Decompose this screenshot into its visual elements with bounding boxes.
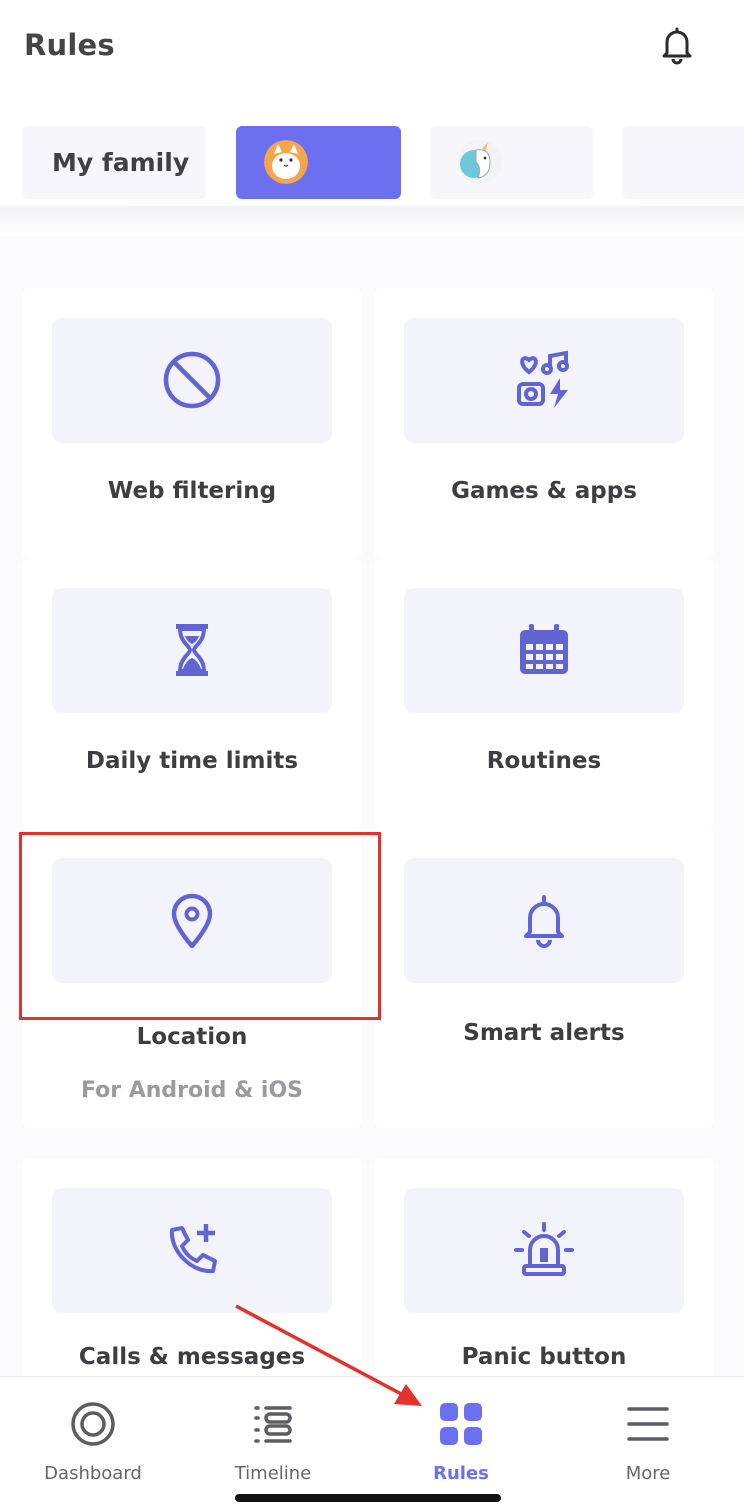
tab-label: My family (52, 148, 190, 177)
header: Rules (0, 0, 744, 100)
rule-label: Panic button (461, 1344, 627, 1370)
rule-card-daily-time-limits[interactable]: Daily time limits (22, 558, 362, 828)
profile-tabs: My family (0, 126, 744, 199)
rule-label: Smart alerts (463, 1020, 625, 1046)
home-indicator (235, 1494, 501, 1502)
header-shadow (0, 206, 744, 236)
rule-card-panic-button[interactable]: Panic button (374, 1158, 714, 1398)
location-highlight-box (19, 832, 381, 1020)
rule-label: Daily time limits (85, 748, 299, 774)
rules-grid-icon (440, 1403, 482, 1445)
nav-rules[interactable]: Rules (368, 1377, 554, 1497)
rule-card-calls-messages[interactable]: Calls & messages (22, 1158, 362, 1398)
bell-icon (662, 27, 692, 65)
unicorn-avatar-icon (458, 140, 502, 184)
notifications-button[interactable] (654, 22, 700, 68)
nav-label: Dashboard (44, 1463, 142, 1484)
nav-label: More (625, 1463, 671, 1484)
nav-label: Rules (433, 1463, 489, 1484)
nav-timeline[interactable]: Timeline (180, 1377, 366, 1497)
block-icon (163, 351, 221, 409)
rule-card-web-filtering[interactable]: Web filtering (22, 288, 362, 558)
rule-card-routines[interactable]: Routines (374, 558, 714, 828)
calendar-icon (520, 624, 568, 674)
tab-child-more[interactable] (622, 126, 744, 199)
rule-label: Calls & messages (78, 1344, 306, 1370)
rule-label: Web filtering (107, 478, 277, 504)
rule-icon-box (404, 858, 684, 983)
nav-dashboard[interactable]: Dashboard (0, 1377, 186, 1497)
rule-label: Location (136, 1024, 248, 1050)
tab-my-family[interactable]: My family (22, 126, 206, 199)
rule-icon-box (52, 588, 332, 713)
rules-screen: Rules My family Web filtering Games & ap… (0, 0, 744, 1510)
rule-card-smart-alerts[interactable]: Smart alerts (374, 828, 714, 1128)
tab-child-cat[interactable] (236, 126, 401, 199)
nav-label: Timeline (234, 1463, 312, 1484)
menu-icon (627, 1407, 669, 1441)
siren-icon (514, 1222, 574, 1276)
rule-sublabel: For Android & iOS (80, 1078, 304, 1103)
page-title: Rules (24, 28, 115, 62)
bell-icon (524, 895, 564, 948)
rule-icon-box (404, 588, 684, 713)
tab-child-unicorn[interactable] (430, 126, 593, 199)
bottom-nav: Dashboard Timeline Rules More (0, 1376, 744, 1510)
rule-icon-box (52, 318, 332, 443)
timeline-icon (254, 1406, 292, 1443)
rules-grid: Web filtering Games & apps Daily time li… (0, 236, 744, 1398)
rule-label: Games & apps (451, 478, 637, 504)
dashboard-icon (71, 1402, 115, 1446)
games-apps-icon (517, 350, 569, 408)
cat-avatar-icon (264, 140, 308, 184)
rule-card-games-apps[interactable]: Games & apps (374, 288, 714, 558)
rule-icon-box (52, 1188, 332, 1313)
rule-icon-box (404, 1188, 684, 1313)
rule-label: Routines (486, 748, 602, 774)
phone-plus-icon (169, 1224, 217, 1274)
hourglass-icon (176, 624, 208, 676)
rule-icon-box (404, 318, 684, 443)
nav-more[interactable]: More (555, 1377, 741, 1497)
